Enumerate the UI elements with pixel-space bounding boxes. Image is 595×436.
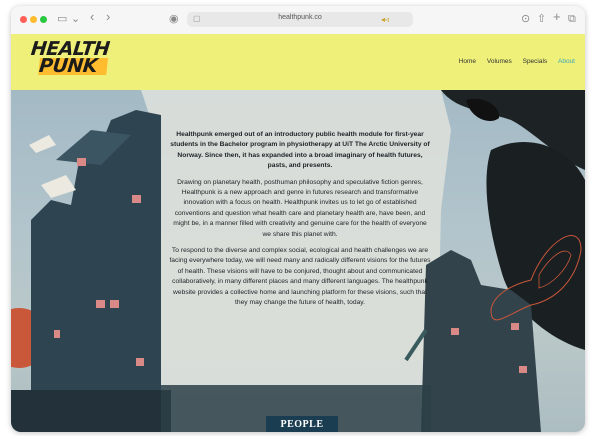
share-icon[interactable]: ⇧ <box>537 13 546 25</box>
forward-icon[interactable]: › <box>106 10 110 23</box>
tab-overview-icon[interactable]: ⧉ <box>568 13 576 25</box>
chevron-down-icon[interactable]: ⌄ <box>71 13 80 25</box>
nav-about[interactable]: About <box>558 58 575 65</box>
people-button[interactable]: PEOPLE <box>266 416 338 432</box>
about-paragraph-3: To respond to the diverse and complex so… <box>169 247 431 307</box>
logo-line-2: PUNK <box>38 55 109 77</box>
site-header: HEALTH PUNK Home Volumes Specials About <box>11 34 585 90</box>
zoom-window-button[interactable] <box>40 16 47 23</box>
sidebar-icon[interactable]: ▭ <box>57 13 67 25</box>
about-paragraph-1: Healthpunk emerged out of an introductor… <box>170 131 430 170</box>
nav-home[interactable]: Home <box>459 58 476 65</box>
about-text: Healthpunk emerged out of an introductor… <box>169 130 431 315</box>
close-window-button[interactable] <box>20 16 27 23</box>
browser-window: ▭ ⌄ ‹ › ◉ ▢ healthpunk.co ◂◃ ⊙ ⇧ + ⧉ HEA… <box>11 6 585 432</box>
nav-volumes[interactable]: Volumes <box>487 58 512 65</box>
url-text: healthpunk.co <box>278 14 322 21</box>
hero-illustration: Healthpunk emerged out of an introductor… <box>11 90 585 432</box>
downloads-icon[interactable]: ⊙ <box>521 13 530 25</box>
address-bar[interactable]: ▢ healthpunk.co ◂◃ <box>187 12 413 27</box>
about-paragraph-2: Drawing on planetary health, posthuman p… <box>173 178 427 238</box>
healthpunk-logo[interactable]: HEALTH PUNK <box>28 38 111 77</box>
back-icon[interactable]: ‹ <box>90 10 94 23</box>
new-tab-icon[interactable]: + <box>553 10 561 23</box>
nav-specials[interactable]: Specials <box>523 58 548 65</box>
browser-toolbar: ▭ ⌄ ‹ › ◉ ▢ healthpunk.co ◂◃ ⊙ ⇧ + ⧉ <box>11 6 585 35</box>
site-nav: Home Volumes Specials About <box>450 58 575 65</box>
reload-icon[interactable]: ◂◃ <box>381 15 389 24</box>
privacy-icon[interactable]: ◉ <box>169 13 179 25</box>
minimize-window-button[interactable] <box>30 16 37 23</box>
